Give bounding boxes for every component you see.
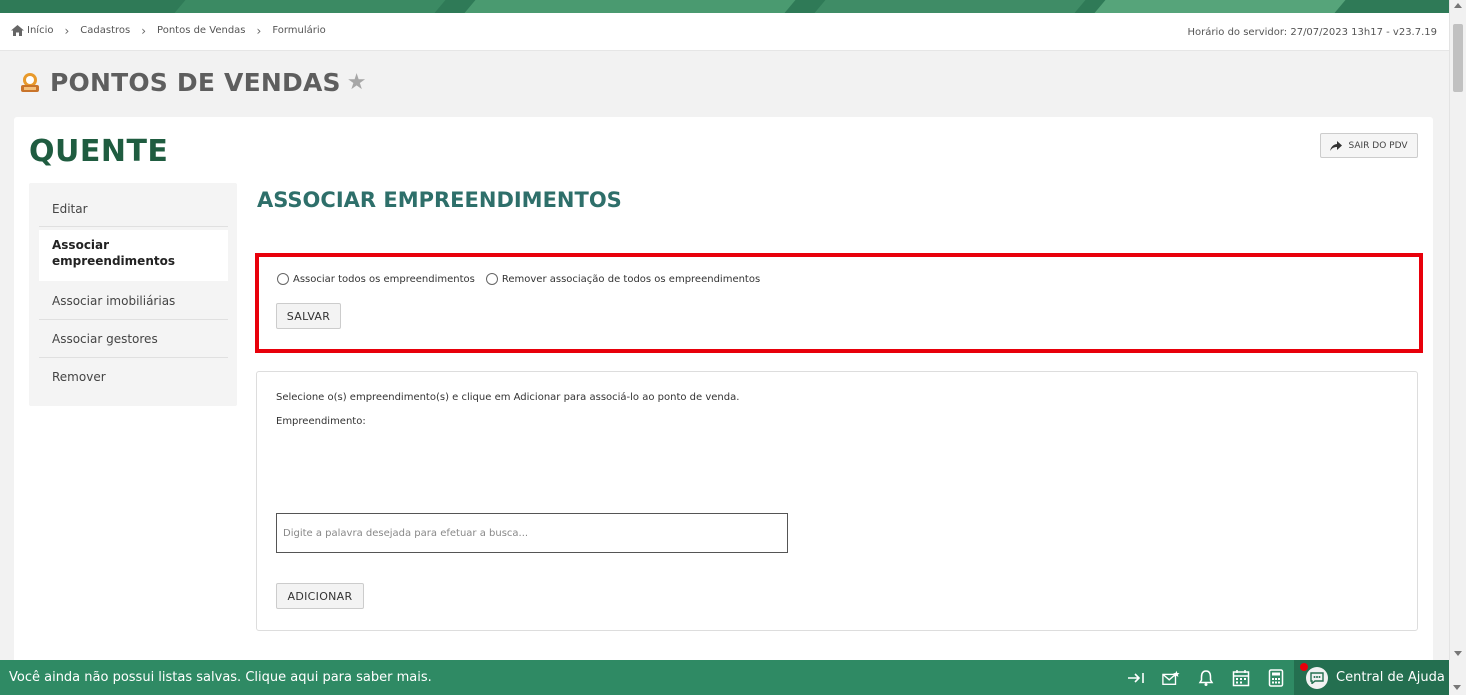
chevron-right-icon: › [141, 23, 147, 38]
help-center-button[interactable]: Central de Ajuda [1294, 660, 1449, 695]
selection-panel: Selecione o(s) empreendimento(s) e cliqu… [256, 371, 1418, 631]
server-time: Horário do servidor: 27/07/2023 13h17 - … [1187, 27, 1437, 38]
scroll-up-icon[interactable] [1454, 3, 1462, 8]
share-arrow-icon [1330, 140, 1343, 151]
side-menu: Editar Associar empreendimentos Associar… [29, 183, 237, 406]
radio-associate-all[interactable] [277, 273, 289, 285]
exit-pdv-button[interactable]: SAIR DO PDV [1320, 133, 1418, 158]
associate-options: Associar todos os empreendimentos Remove… [277, 273, 760, 285]
saved-lists-message[interactable]: Você ainda não possui listas salvas. Cli… [9, 670, 432, 685]
side-menu-item-label: Associar imobiliárias [52, 294, 176, 308]
add-button[interactable]: ADICIONAR [276, 583, 364, 609]
collapse-right-icon[interactable] [1127, 669, 1145, 687]
empreendimento-label: Empreendimento: [276, 416, 366, 427]
page-header: PONTOS DE VENDAS ★ [18, 68, 366, 97]
page-scrollbar[interactable] [1449, 0, 1466, 660]
radio-remove-all-label[interactable]: Remover associação de todos os empreendi… [502, 274, 760, 285]
calculator-icon[interactable] [1267, 669, 1285, 687]
chevron-right-icon: › [256, 23, 262, 38]
statusbar-scroll [1449, 660, 1466, 695]
side-menu-item-editar[interactable]: Editar [39, 191, 228, 227]
page-title: PONTOS DE VENDAS [50, 68, 341, 97]
side-menu-item-associar-gestores[interactable]: Associar gestores [39, 320, 228, 358]
breadcrumb-home[interactable]: Início [11, 25, 53, 36]
sales-point-icon [21, 72, 39, 92]
chat-bubble-icon [1300, 662, 1328, 689]
side-menu-item-remover[interactable]: Remover [39, 358, 228, 396]
section-title: ASSOCIAR EMPREENDIMENTOS [257, 188, 622, 212]
breadcrumb-formulario: Formulário [272, 25, 326, 36]
save-button-label: SALVAR [286, 309, 331, 323]
notification-dot [1300, 662, 1308, 671]
exit-pdv-label: SAIR DO PDV [1348, 140, 1408, 151]
mail-star-icon[interactable] [1162, 669, 1180, 687]
star-icon[interactable]: ★ [347, 70, 367, 95]
associate-all-panel: Associar todos os empreendimentos Remove… [255, 253, 1423, 353]
search-placeholder: Digite a palavra desejada para efetuar a… [283, 528, 529, 539]
breadcrumb-pontos-de-vendas[interactable]: Pontos de Vendas [157, 25, 245, 36]
help-center-label: Central de Ajuda [1336, 670, 1445, 685]
bottom-status-bar: Você ainda não possui listas salvas. Cli… [0, 660, 1466, 695]
breadcrumb-label-home: Início [27, 25, 54, 36]
breadcrumb: Início › Cadastros › Pontos de Vendas › … [11, 23, 326, 38]
side-menu-item-label: Editar [52, 202, 88, 216]
side-menu-item-label: Remover [52, 370, 106, 384]
breadcrumb-cadastros[interactable]: Cadastros [80, 25, 130, 36]
radio-associate-all-label[interactable]: Associar todos os empreendimentos [293, 274, 475, 285]
side-menu-item-associar-imobiliarias[interactable]: Associar imobiliárias [39, 282, 228, 320]
calendar-icon[interactable] [1232, 669, 1250, 687]
side-menu-item-associar-empreendimentos[interactable]: Associar empreendimentos [39, 230, 228, 281]
save-button[interactable]: SALVAR [276, 303, 341, 329]
radio-remove-all[interactable] [485, 273, 498, 285]
breadcrumb-bar: Início › Cadastros › Pontos de Vendas › … [0, 13, 1449, 51]
chevron-right-icon: › [64, 23, 70, 38]
bell-icon[interactable] [1197, 669, 1215, 687]
search-input[interactable]: Digite a palavra desejada para efetuar a… [276, 513, 788, 553]
scroll-down-icon[interactable] [1454, 651, 1462, 656]
selection-instruction: Selecione o(s) empreendimento(s) e cliqu… [276, 392, 740, 403]
scrollbar-thumb[interactable] [1453, 24, 1463, 92]
side-menu-item-label: Associar empreendimentos [52, 238, 175, 268]
home-icon [11, 25, 24, 36]
main-card: QUENTE SAIR DO PDV Editar Associar empre… [14, 117, 1433, 677]
pdv-name: QUENTE [29, 134, 169, 169]
side-menu-item-label: Associar gestores [52, 332, 158, 346]
add-button-label: ADICIONAR [287, 589, 353, 603]
scroll-down-icon[interactable] [1453, 685, 1461, 690]
top-brand-stripe [0, 0, 1449, 13]
